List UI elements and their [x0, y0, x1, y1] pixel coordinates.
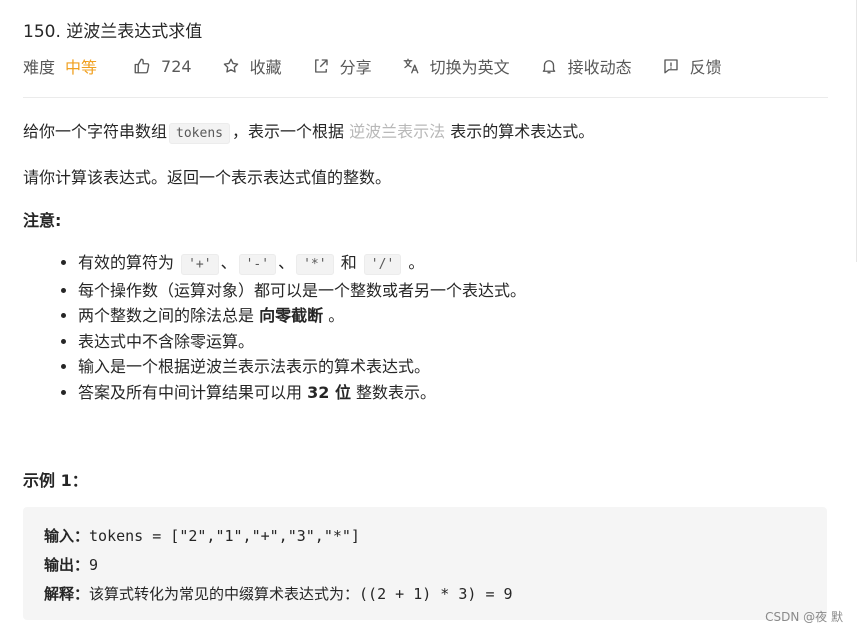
feedback-icon	[663, 59, 678, 74]
op-plus-code: '+'	[181, 254, 219, 275]
like-button[interactable]: 724	[133, 57, 192, 76]
note-text: 有效的算符为	[78, 253, 175, 272]
collect-label: 收藏	[249, 58, 282, 77]
star-icon	[223, 58, 238, 73]
note-suffix: 。	[408, 253, 425, 272]
example-output-line: 输出：9	[44, 554, 98, 575]
example-output-label: 输出：	[44, 556, 90, 574]
note-conj: 和	[340, 253, 357, 272]
example-title: 示例 1：	[23, 471, 88, 490]
subscribe-button[interactable]: 接收动态	[540, 54, 632, 78]
example-block: 输入：tokens = ["2","1","+","3","*"] 输出：9 解…	[23, 507, 827, 620]
example-explain-label: 解释：	[44, 585, 90, 603]
subscribe-label: 接收动态	[567, 58, 632, 77]
translate-label: 切换为英文	[429, 58, 510, 77]
collect-button[interactable]: 收藏	[222, 54, 282, 78]
op-mul-code: '*'	[296, 254, 334, 275]
feedback-button[interactable]: 反馈	[662, 54, 722, 78]
problem-page: 150. 逆波兰表达式求值 难度 中等 724 收藏 分享 切换为英文 接收动态…	[0, 0, 857, 632]
thumbs-up-icon	[134, 58, 150, 74]
p1-middle: ，表示一个根据	[231, 122, 344, 141]
example-input-value: tokens = ["2","1","+","3","*"]	[89, 527, 360, 545]
example-input-line: 输入：tokens = ["2","1","+","3","*"]	[44, 525, 360, 546]
list-item: 有效的算符为 '+'、'-'、'*' 和 '/' 。	[78, 250, 526, 278]
translate-button[interactable]: 切换为英文	[402, 54, 510, 78]
tokens-code: tokens	[169, 123, 230, 144]
notes-title: 注意:	[23, 211, 62, 230]
note-text: 两个整数之间的除法总是	[78, 306, 255, 325]
note-text: 答案及所有中间计算结果可以用	[78, 382, 303, 402]
example-explain-line: 解释：该算式转化为常见的中缀算术表达式为：((2 + 1) * 3) = 9	[44, 583, 513, 604]
share-label: 分享	[339, 58, 372, 77]
example-input-label: 输入：	[44, 527, 90, 545]
list-item: 两个整数之间的除法总是 向零截断 。	[78, 303, 526, 329]
note-suffix: 。	[328, 306, 345, 325]
share-icon	[314, 59, 328, 73]
list-item: 每个操作数（运算对象）都可以是一个整数或者另一个表达式。	[78, 278, 526, 304]
description-paragraph-1: 给你一个字符串数组 tokens ，表示一个根据 逆波兰表示法 表示的算术表达式。	[23, 118, 595, 144]
p1-suffix: 表示的算术表达式。	[450, 122, 595, 141]
note-bold: 向零截断	[259, 306, 324, 325]
op-div-code: '/'	[363, 254, 402, 275]
example-explain-value: 该算式转化为常见的中缀算术表达式为：((2 + 1) * 3) = 9	[89, 585, 513, 603]
list-item: 表达式中不含除零运算。	[78, 329, 526, 355]
op-minus-code: '-'	[238, 254, 277, 275]
example-output-value: 9	[89, 556, 99, 574]
like-count: 724	[161, 56, 192, 76]
feedback-label: 反馈	[689, 58, 722, 77]
rpn-link[interactable]: 逆波兰表示法	[349, 122, 445, 141]
list-item: 答案及所有中间计算结果可以用 32 位 整数表示。	[78, 380, 526, 406]
difficulty-badge: 中等	[65, 58, 98, 77]
problem-meta-bar: 难度 中等 724 收藏 分享 切换为英文 接收动态 反馈	[23, 54, 752, 78]
note-sep: 、	[278, 253, 295, 272]
bell-icon	[542, 60, 555, 74]
csdn-watermark: CSDN @夜 默	[765, 610, 843, 624]
p1-prefix: 给你一个字符串数组	[23, 122, 168, 141]
note-sep: 、	[220, 253, 237, 272]
list-item: 输入是一个根据逆波兰表示法表示的算术表达式。	[78, 354, 526, 380]
description-paragraph-2: 请你计算该表达式。返回一个表示表达式值的整数。	[23, 168, 392, 187]
translate-icon	[403, 58, 419, 74]
problem-title: 150. 逆波兰表达式求值	[23, 22, 203, 42]
notes-list: 有效的算符为 '+'、'-'、'*' 和 '/' 。 每个操作数（运算对象）都可…	[41, 250, 526, 405]
note-bold: 32 位	[307, 382, 351, 402]
note-suffix: 整数表示。	[356, 382, 437, 402]
difficulty-label: 难度	[23, 58, 56, 77]
share-button[interactable]: 分享	[312, 54, 372, 78]
header-divider	[23, 97, 828, 98]
